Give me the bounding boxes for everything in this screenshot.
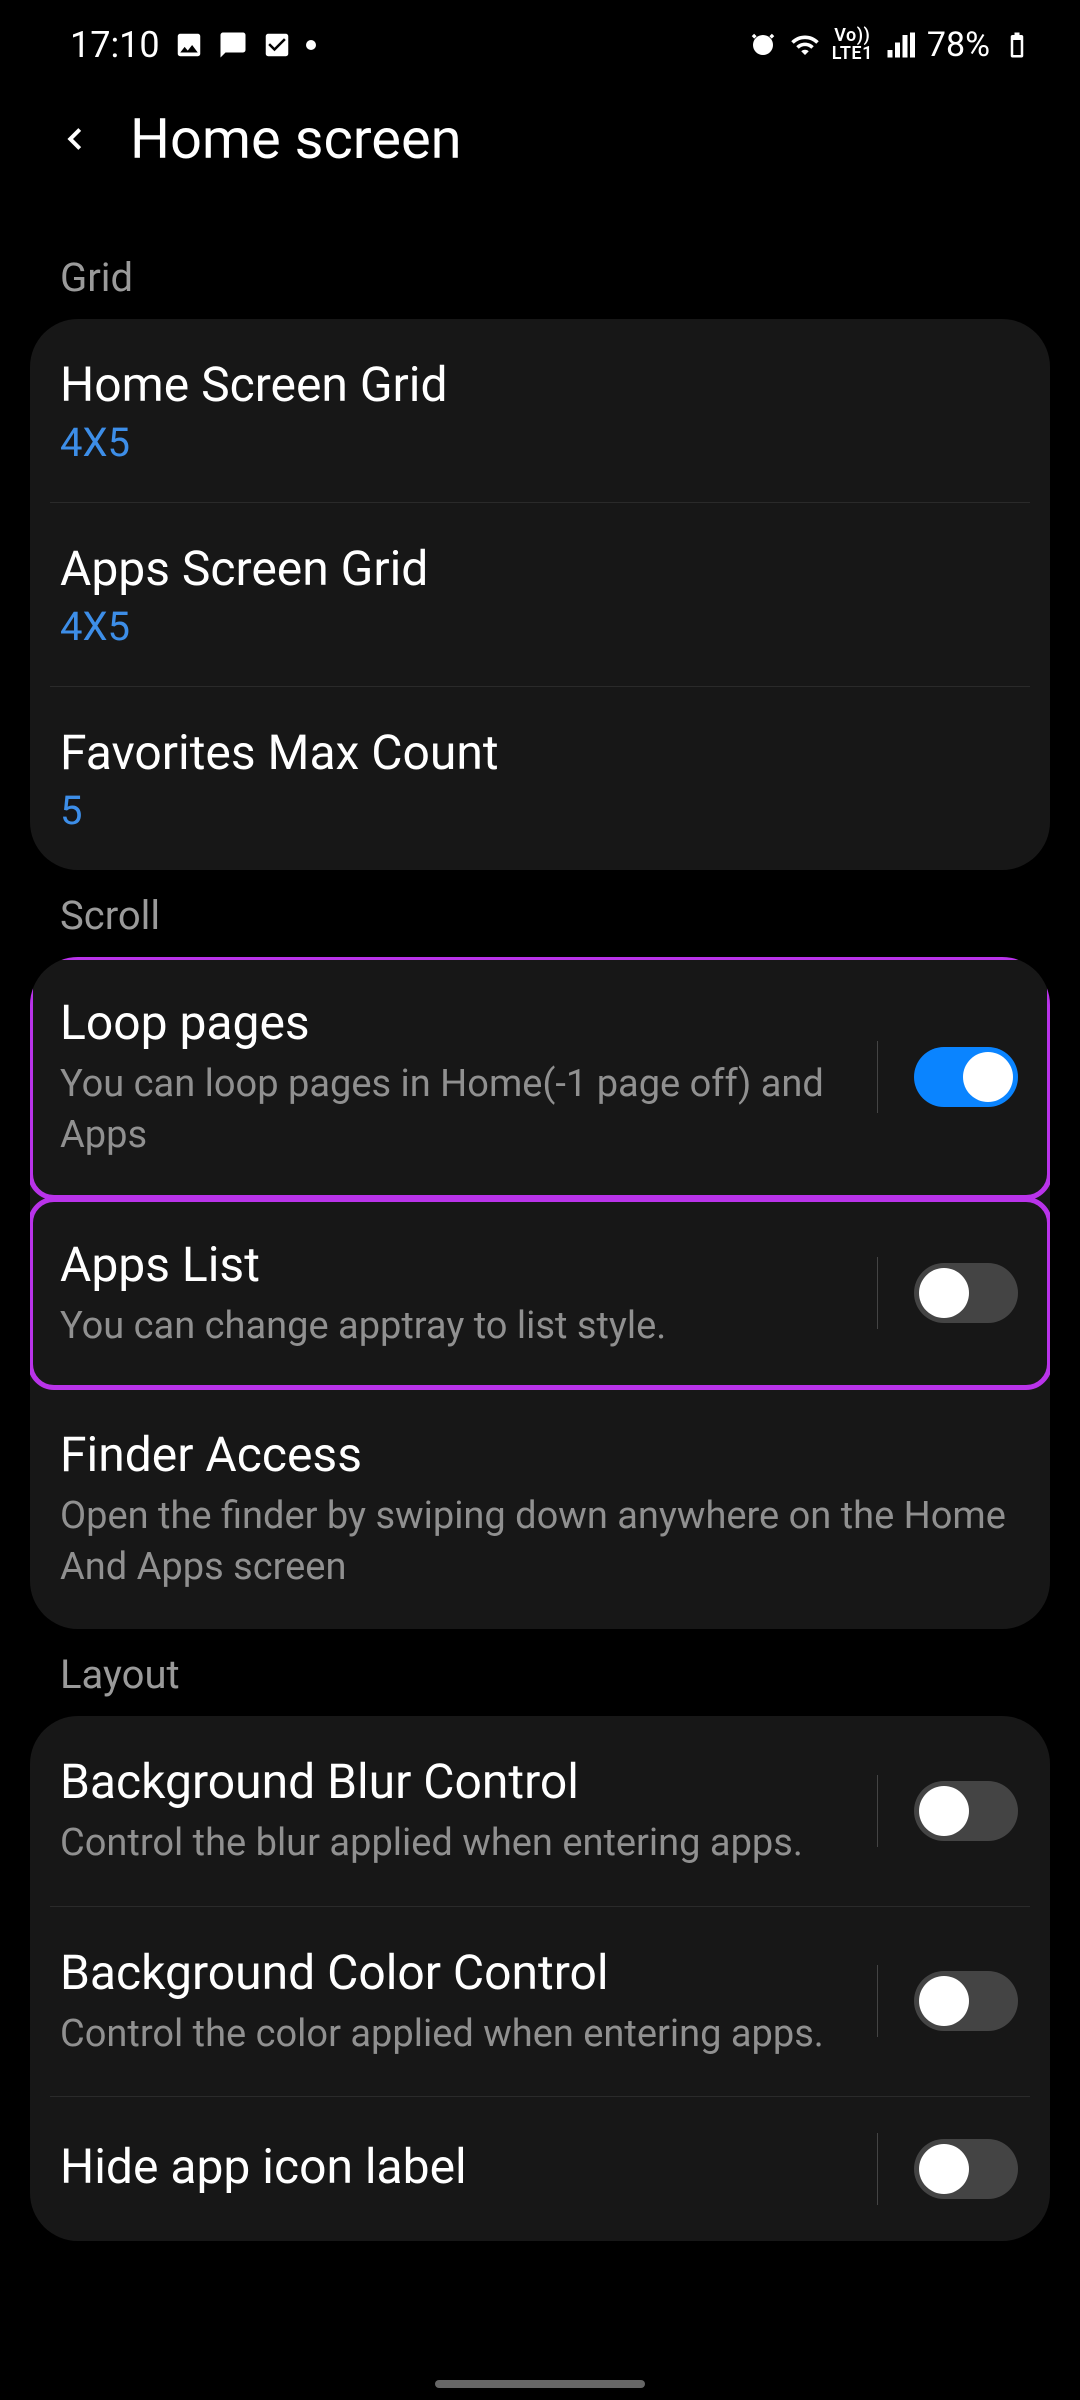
row-finder-access[interactable]: Finder Access Open the finder by swiping… xyxy=(30,1389,1050,1630)
row-apps-list[interactable]: Apps List You can change apptray to list… xyxy=(30,1199,1050,1388)
chevron-left-icon xyxy=(56,120,94,158)
row-loop-pages[interactable]: Loop pages You can loop pages in Home(-1… xyxy=(30,957,1050,1198)
row-title: Home Screen Grid xyxy=(60,355,1018,415)
section-label-grid: Grid xyxy=(0,232,1080,319)
toggle-bg-color[interactable] xyxy=(914,1971,1018,2031)
row-desc: You can loop pages in Home(-1 page off) … xyxy=(60,1059,865,1162)
wifi-icon xyxy=(790,30,820,60)
row-title: Favorites Max Count xyxy=(60,723,1018,783)
row-title: Hide app icon label xyxy=(60,2137,865,2197)
row-bg-color[interactable]: Background Color Control Control the col… xyxy=(30,1907,1050,2096)
toggle-knob xyxy=(919,1268,969,1318)
row-title: Apps List xyxy=(60,1235,865,1295)
row-desc: You can change apptray to list style. xyxy=(60,1301,865,1352)
vertical-separator xyxy=(877,1775,878,1847)
back-button[interactable] xyxy=(56,120,94,158)
vertical-separator xyxy=(877,1257,878,1329)
toggle-knob xyxy=(919,2144,969,2194)
vertical-separator xyxy=(877,1041,878,1113)
row-title: Apps Screen Grid xyxy=(60,539,1018,599)
status-bar: 17:10 Vo))LTE1 78% xyxy=(0,0,1080,90)
row-bg-blur[interactable]: Background Blur Control Control the blur… xyxy=(30,1716,1050,1905)
home-indicator[interactable] xyxy=(435,2380,645,2388)
row-favorites-max[interactable]: Favorites Max Count 5 xyxy=(30,687,1050,870)
row-value: 4X5 xyxy=(60,603,1018,650)
section-label-layout: Layout xyxy=(0,1629,1080,1716)
card-layout: Background Blur Control Control the blur… xyxy=(30,1716,1050,2241)
row-desc: Control the color applied when entering … xyxy=(60,2009,865,2060)
toggle-knob xyxy=(963,1052,1013,1102)
row-title: Finder Access xyxy=(60,1425,1018,1485)
card-scroll: Loop pages You can loop pages in Home(-1… xyxy=(30,957,1050,1629)
row-desc: Open the finder by swiping down anywhere… xyxy=(60,1491,1018,1594)
status-right: Vo))LTE1 78% xyxy=(748,25,1032,65)
card-grid: Home Screen Grid 4X5 Apps Screen Grid 4X… xyxy=(30,319,1050,870)
battery-percent: 78% xyxy=(927,25,990,65)
image-icon xyxy=(174,30,204,60)
page-title: Home screen xyxy=(130,106,462,172)
battery-icon xyxy=(1002,30,1032,60)
header: Home screen xyxy=(0,90,1080,232)
alarm-icon xyxy=(748,30,778,60)
signal-icon xyxy=(885,30,915,60)
network-label: Vo))LTE1 xyxy=(832,27,873,63)
checkbox-icon xyxy=(262,30,292,60)
toggle-knob xyxy=(919,1786,969,1836)
section-label-scroll: Scroll xyxy=(0,870,1080,957)
row-hide-label[interactable]: Hide app icon label xyxy=(30,2097,1050,2241)
row-value: 4X5 xyxy=(60,419,1018,466)
row-home-grid[interactable]: Home Screen Grid 4X5 xyxy=(30,319,1050,502)
row-apps-grid[interactable]: Apps Screen Grid 4X5 xyxy=(30,503,1050,686)
status-left: 17:10 xyxy=(70,24,316,66)
row-value: 5 xyxy=(60,787,1018,834)
row-title: Loop pages xyxy=(60,993,865,1053)
row-desc: Control the blur applied when entering a… xyxy=(60,1818,865,1869)
toggle-apps-list[interactable] xyxy=(914,1263,1018,1323)
dot-icon xyxy=(306,40,316,50)
clock: 17:10 xyxy=(70,24,160,66)
toggle-hide-label[interactable] xyxy=(914,2139,1018,2199)
row-title: Background Color Control xyxy=(60,1943,865,2003)
vertical-separator xyxy=(877,1965,878,2037)
message-icon xyxy=(218,30,248,60)
row-title: Background Blur Control xyxy=(60,1752,865,1812)
toggle-loop-pages[interactable] xyxy=(914,1047,1018,1107)
toggle-bg-blur[interactable] xyxy=(914,1781,1018,1841)
vertical-separator xyxy=(877,2133,878,2205)
toggle-knob xyxy=(919,1976,969,2026)
